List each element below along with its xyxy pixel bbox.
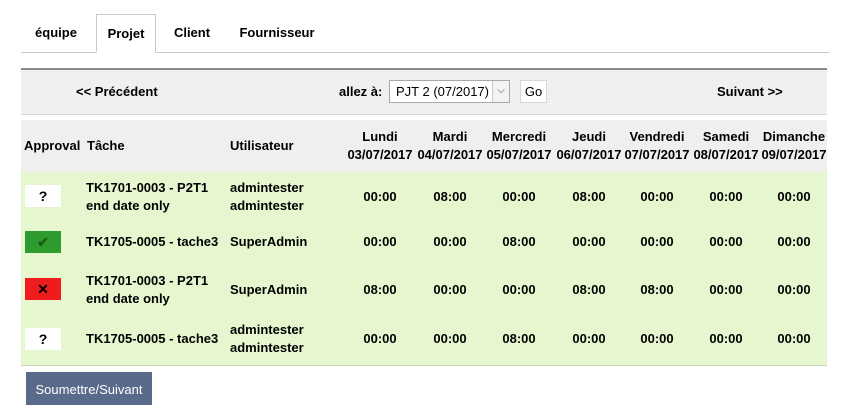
period-select-value: PJT 2 (07/2017) <box>396 84 489 99</box>
approval-status-unknown[interactable]: ? <box>25 185 61 207</box>
day-name: Samedi <box>702 129 750 144</box>
table-row: ? TK1705-0005 - tache3 admintester admin… <box>21 314 827 364</box>
task-name: TK1701-0003 - P2T1 end date only <box>86 180 209 213</box>
task-name: TK1705-0005 - tache3 <box>86 234 219 249</box>
hours-cell[interactable]: 08:00 <box>622 281 692 299</box>
day-name: Mardi <box>432 129 468 144</box>
check-icon: ✔ <box>37 234 49 250</box>
day-name: Lundi <box>362 129 398 144</box>
hours-cell[interactable]: 00:00 <box>759 330 829 348</box>
hours-cell[interactable]: 00:00 <box>554 330 624 348</box>
hours-cell[interactable]: 08:00 <box>484 330 554 348</box>
header-user: Utilisateur <box>230 138 294 153</box>
period-select[interactable]: PJT 2 (07/2017) ⌵ <box>389 80 510 103</box>
hours-cell[interactable]: 08:00 <box>484 233 554 251</box>
header-day: Samedi 08/07/2017 <box>691 128 761 164</box>
approval-status-rejected[interactable]: ✕ <box>25 278 61 300</box>
hours-cell[interactable]: 00:00 <box>691 188 761 206</box>
table-row: ✔ TK1705-0005 - tache3 SuperAdmin 00:00 … <box>21 220 827 264</box>
day-name: Vendredi <box>629 129 685 144</box>
previous-link[interactable]: << Précédent <box>76 70 158 114</box>
period-navigation-bar: << Précédent allez à: PJT 2 (07/2017) ⌵ … <box>21 68 827 115</box>
hours-cell[interactable]: 00:00 <box>691 233 761 251</box>
user-name: SuperAdmin <box>230 282 308 297</box>
timesheet-header: Approval Tâche Utilisateur Lundi 03/07/2… <box>21 120 827 172</box>
day-date: 08/07/2017 <box>693 147 759 162</box>
hours-cell[interactable]: 00:00 <box>759 281 829 299</box>
hours-cell[interactable]: 00:00 <box>622 330 692 348</box>
header-day: Jeudi 06/07/2017 <box>554 128 624 164</box>
header-approval: Approval <box>24 138 81 153</box>
header-day: Dimanche 09/07/2017 <box>759 128 829 164</box>
header-day: Lundi 03/07/2017 <box>347 128 413 164</box>
tab-fournisseur[interactable]: Fournisseur <box>231 14 323 51</box>
day-date: 06/07/2017 <box>556 147 622 162</box>
goto-label: allez à: <box>339 84 383 99</box>
hours-cell[interactable]: 00:00 <box>484 188 554 206</box>
hours-cell[interactable]: 00:00 <box>347 233 413 251</box>
tab-projet[interactable]: Projet <box>96 14 156 53</box>
hours-cell[interactable]: 08:00 <box>347 281 413 299</box>
header-day: Vendredi 07/07/2017 <box>622 128 692 164</box>
hours-cell[interactable]: 00:00 <box>415 233 485 251</box>
hours-cell[interactable]: 08:00 <box>554 281 624 299</box>
hours-cell[interactable]: 00:00 <box>484 281 554 299</box>
user-name: SuperAdmin <box>230 234 308 249</box>
hours-cell[interactable]: 00:00 <box>415 330 485 348</box>
hours-cell[interactable]: 00:00 <box>759 188 829 206</box>
day-date: 04/07/2017 <box>417 147 483 162</box>
close-icon: ✕ <box>37 281 49 297</box>
day-date: 07/07/2017 <box>624 147 690 162</box>
header-day: Mardi 04/07/2017 <box>415 128 485 164</box>
day-date: 03/07/2017 <box>347 147 413 162</box>
hours-cell[interactable]: 00:00 <box>622 188 692 206</box>
header-day: Mercredi 05/07/2017 <box>484 128 554 164</box>
task-name: TK1705-0005 - tache3 <box>86 331 219 346</box>
hours-cell[interactable]: 00:00 <box>759 233 829 251</box>
hours-cell[interactable]: 00:00 <box>347 330 413 348</box>
approval-status-unknown[interactable]: ? <box>25 328 61 350</box>
hours-cell[interactable]: 08:00 <box>415 188 485 206</box>
day-name: Jeudi <box>572 129 606 144</box>
tab-client[interactable]: Client <box>163 14 221 51</box>
hours-cell[interactable]: 00:00 <box>622 233 692 251</box>
tab-bar: équipe Projet Client Fournisseur <box>21 14 829 53</box>
day-date: 05/07/2017 <box>486 147 552 162</box>
day-name: Dimanche <box>762 129 826 144</box>
hours-cell[interactable]: 00:00 <box>415 281 485 299</box>
header-task: Tâche <box>87 138 125 153</box>
user-name: admintester admintester <box>230 180 304 213</box>
submit-next-button[interactable]: Soumettre/Suivant <box>26 372 152 405</box>
day-name: Mercredi <box>491 129 547 144</box>
hours-cell[interactable]: 08:00 <box>554 188 624 206</box>
go-button[interactable]: Go <box>520 80 547 103</box>
day-date: 09/07/2017 <box>761 147 827 162</box>
approval-status-approved[interactable]: ✔ <box>25 231 61 253</box>
hours-cell[interactable]: 00:00 <box>691 330 761 348</box>
task-name: TK1701-0003 - P2T1 end date only <box>86 273 209 306</box>
hours-cell[interactable]: 00:00 <box>691 281 761 299</box>
user-name: admintester admintester <box>230 322 304 355</box>
timesheet-body: ? TK1701-0003 - P2T1 end date only admin… <box>21 172 827 366</box>
tab-equipe[interactable]: équipe <box>21 14 91 51</box>
table-row: ? TK1701-0003 - P2T1 end date only admin… <box>21 172 827 220</box>
table-row: ✕ TK1701-0003 - P2T1 end date only Super… <box>21 264 827 314</box>
next-link[interactable]: Suivant >> <box>717 70 783 114</box>
hours-cell[interactable]: 00:00 <box>347 188 413 206</box>
hours-cell[interactable]: 00:00 <box>554 233 624 251</box>
chevron-down-icon[interactable]: ⌵ <box>492 81 509 102</box>
